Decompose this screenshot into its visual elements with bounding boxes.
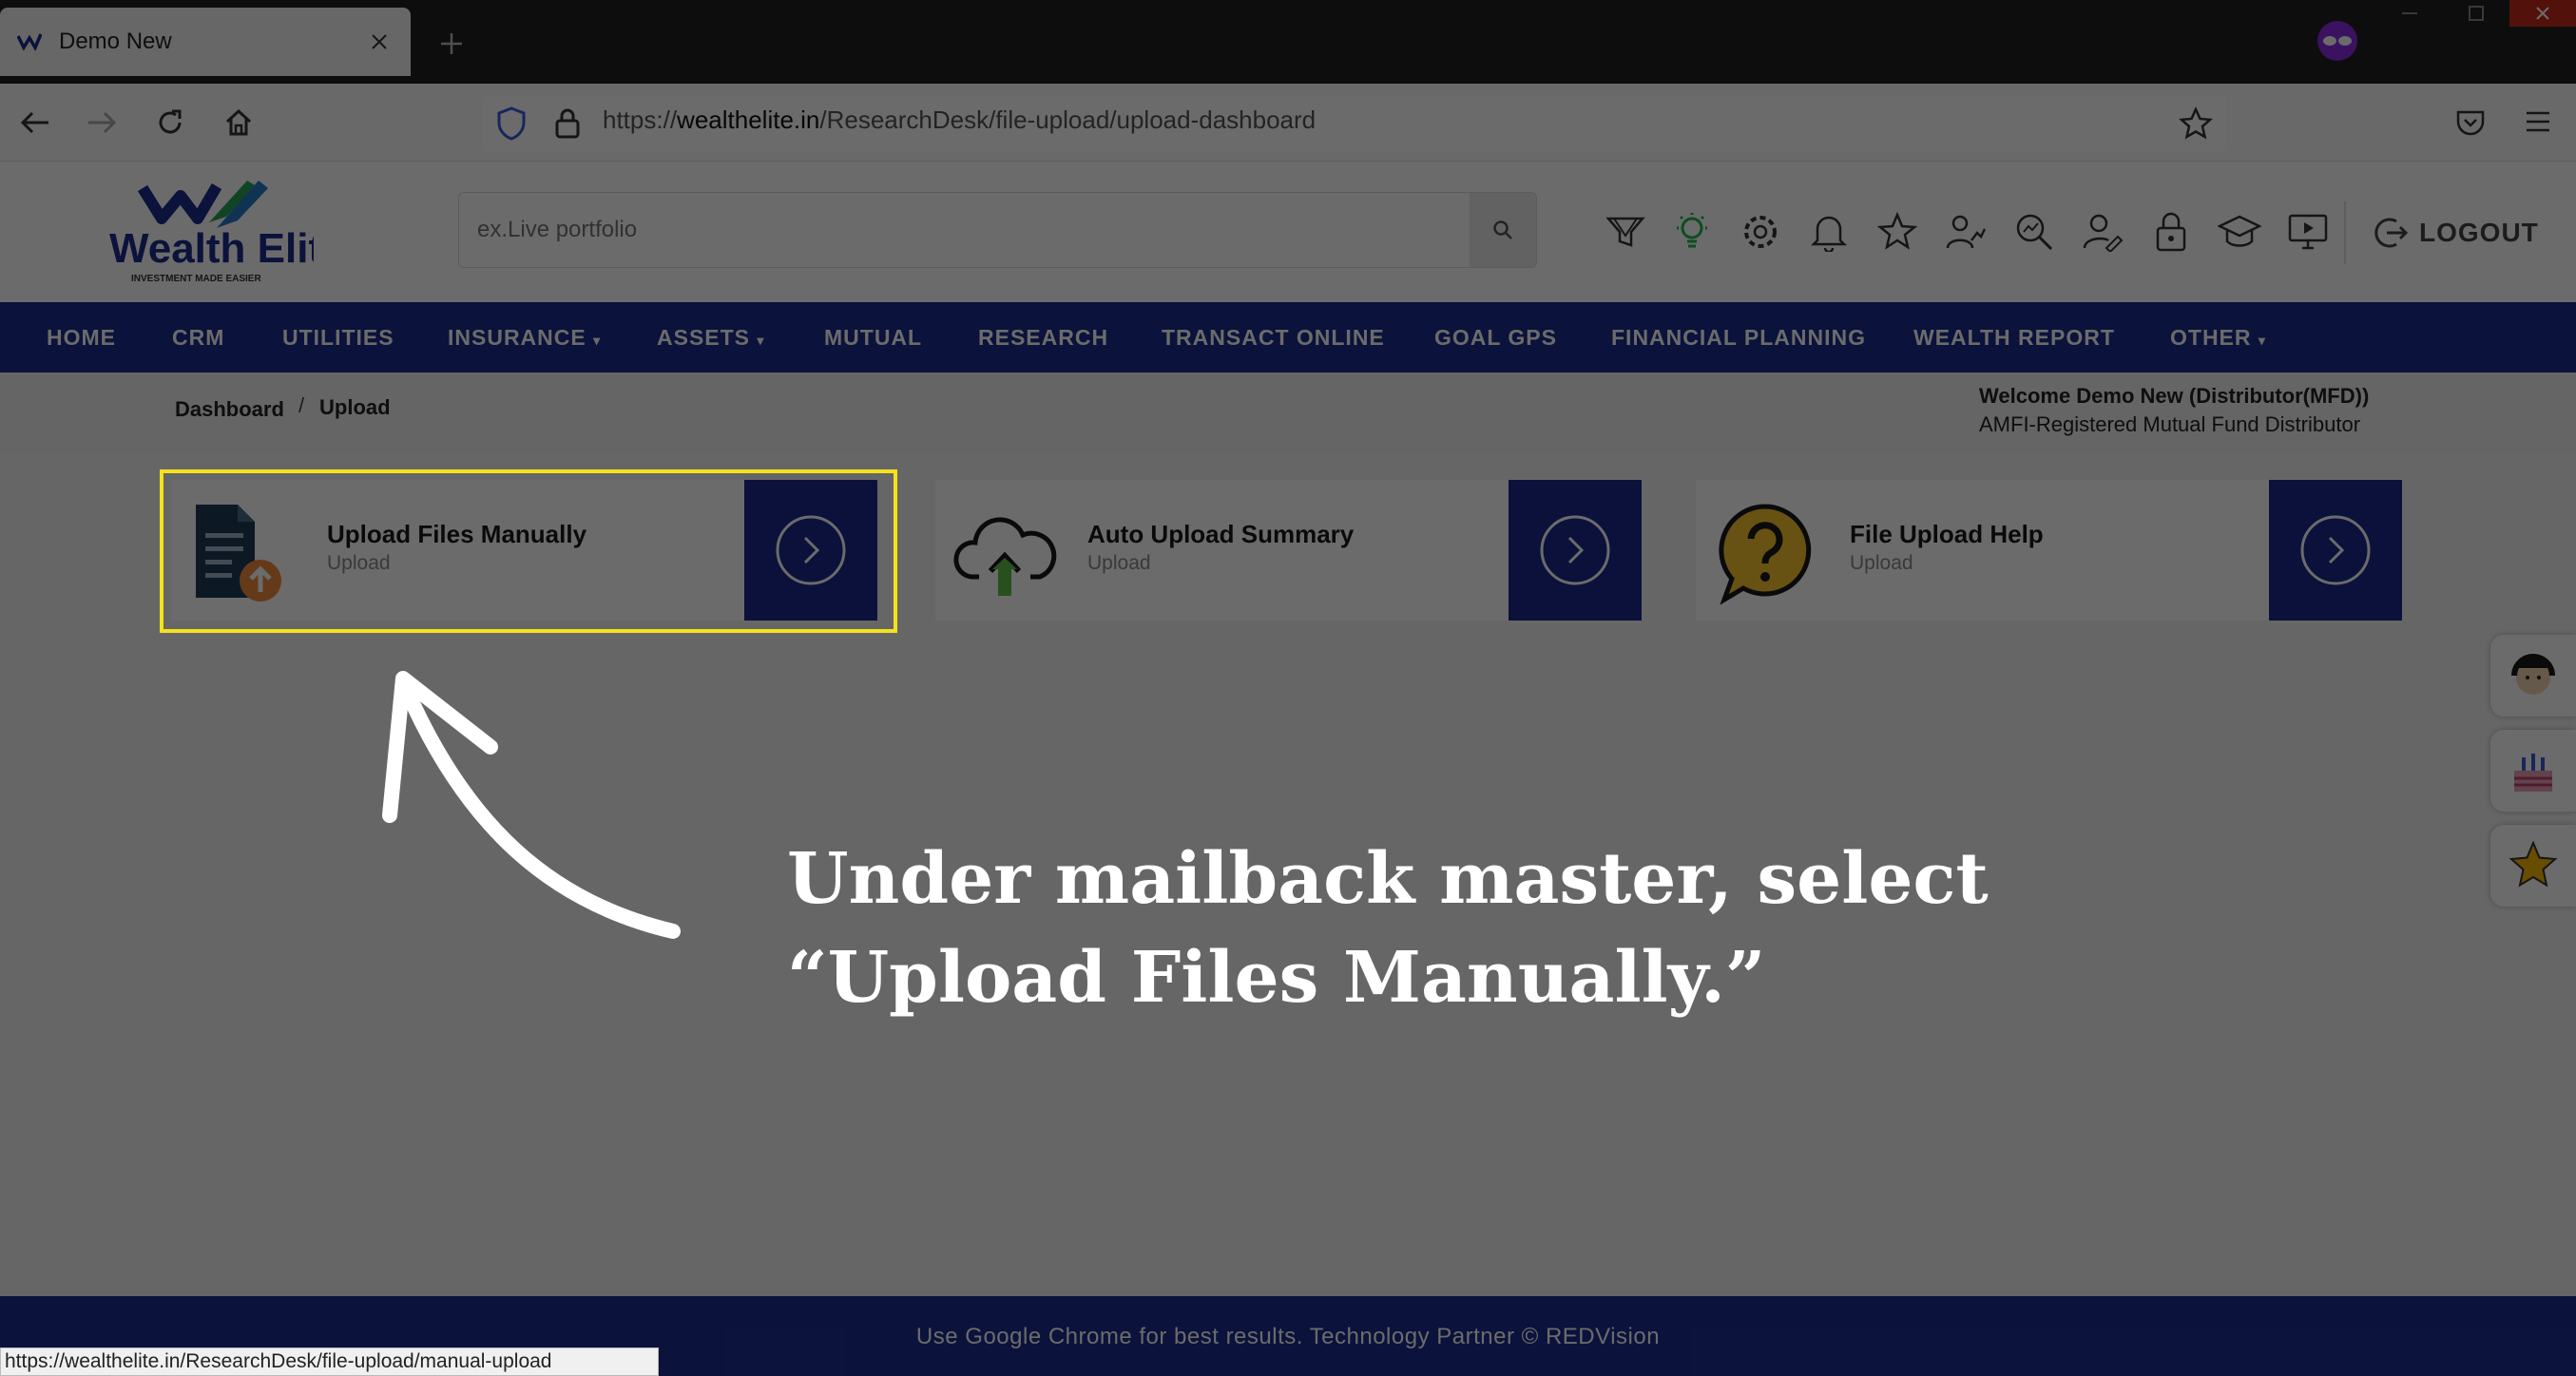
logo-text: Wealth Elite [109,225,314,272]
new-tab-button[interactable] [428,23,475,65]
support-agent-widget[interactable] [2490,635,2576,717]
menu-research[interactable]: RESEARCH [978,302,1108,373]
card-arrow-button[interactable] [1509,480,1642,621]
settings-icon[interactable] [1738,209,1783,255]
menu-other-label: OTHER [2170,325,2252,350]
menu-insurance[interactable]: INSURANCE ▾ [448,302,601,373]
card-auto-upload-summary[interactable]: Auto Upload Summary Upload [935,480,1642,621]
card-file-upload-help[interactable]: File Upload Help Upload [1696,480,2402,621]
favorites-widget[interactable] [2490,825,2576,907]
url-text[interactable]: https://wealthelite.in/ResearchDesk/file… [603,105,1316,135]
bell-icon[interactable] [1806,209,1852,255]
shield-icon[interactable] [496,106,527,141]
card-arrow-button[interactable] [2269,480,2402,621]
instruction-line-2: “Upload Files Manually.” [787,937,1766,1019]
reload-icon[interactable] [146,99,194,146]
lock-icon[interactable] [553,106,582,139]
star-filled-icon [2509,840,2558,888]
card-subtitle: Upload [1087,552,1151,574]
highlight-frame [160,469,897,633]
url-path: /ResearchDesk/file-upload/upload-dashboa… [819,105,1317,134]
header-divider [2344,201,2346,264]
status-bar-url: https://wealthelite.in/ResearchDesk/file… [0,1347,659,1376]
back-icon[interactable] [11,99,59,146]
search-analytics-icon[interactable] [2011,209,2057,255]
support-agent-icon [2511,654,2555,695]
search-icon [1493,220,1512,239]
window-controls [2376,0,2576,27]
forward-icon[interactable] [78,99,125,146]
menu-wealth-report[interactable]: WEALTH REPORT [1913,302,2115,373]
question-bubble-icon [1713,501,1817,605]
wealth-elite-logo[interactable]: Wealth Elite INVESTMENT MADE EASIER [105,179,314,288]
caret-down-icon: ▾ [2258,333,2266,348]
tab-title: Demo New [59,29,172,54]
search-input[interactable] [475,204,1454,256]
logout-icon [2374,218,2409,248]
search-button[interactable] [1470,193,1536,267]
menu-financial-planning[interactable]: FINANCIAL PLANNING [1611,302,1866,373]
site-favicon-icon [17,32,42,51]
menu-transact-online[interactable]: TRANSACT ONLINE [1162,302,1385,373]
home-icon[interactable] [215,99,262,146]
graduation-cap-icon[interactable] [2217,209,2262,255]
menu-assets[interactable]: ASSETS ▾ [657,302,764,373]
chevron-right-icon [2300,515,2371,585]
user-edit-icon[interactable] [2080,209,2125,255]
card-title: File Upload Help [1850,520,2044,548]
menu-goal-gps[interactable]: GOAL GPS [1434,302,1557,373]
chevron-right-icon [1540,515,1610,585]
menu-other[interactable]: OTHER ▾ [2170,302,2266,373]
menu-insurance-label: INSURANCE [448,325,586,350]
caret-down-icon: ▾ [757,333,765,348]
menu-home[interactable]: HOME [47,302,116,373]
menu-utilities[interactable]: UTILITIES [282,302,394,373]
logout-label: LOGOUT [2419,218,2539,247]
cloud-upload-icon [952,501,1057,605]
presentation-icon[interactable] [2285,209,2331,255]
logout-button[interactable]: LOGOUT [2372,207,2539,258]
bookmark-star-icon[interactable] [2179,106,2213,141]
caret-down-icon: ▾ [593,333,602,348]
lock-icon[interactable] [2148,209,2194,255]
browser-tab[interactable]: Demo New [0,8,411,76]
minimize-icon[interactable] [2376,0,2443,27]
birthday-widget[interactable] [2490,730,2576,812]
maximize-icon[interactable] [2443,0,2509,27]
breadcrumb-dashboard[interactable]: Dashboard [175,397,284,422]
instruction-line-1: Under mailback master, select [787,838,1989,920]
url-scheme: https:// [603,105,678,134]
menu-hamburger-icon[interactable] [2524,108,2552,135]
birthday-cake-icon [2514,754,2552,792]
card-subtitle: Upload [1850,552,1913,574]
private-browsing-icon[interactable] [2314,19,2361,63]
breadcrumb-separator: / [298,393,305,417]
welcome-text: Welcome Demo New (Distributor(MFD)) [1979,384,2370,408]
filter-icon[interactable] [1603,209,1648,255]
window-close-icon[interactable] [2509,0,2576,27]
menu-assets-label: ASSETS [657,325,751,350]
amfi-text: AMFI-Registered Mutual Fund Distributor [1979,412,2361,436]
instruction-text: Under mailback master, select “Upload Fi… [787,830,1989,1027]
bulb-icon[interactable] [1669,209,1715,255]
breadcrumb-upload: Upload [319,395,391,419]
star-icon[interactable] [1874,209,1920,255]
footer-text: Use Google Chrome for best results. Tech… [915,1324,1661,1349]
logo-tagline: INVESTMENT MADE EASIER [131,274,261,284]
url-host: wealthelite.in [677,105,820,134]
pocket-icon[interactable] [2454,106,2487,139]
tab-close-icon[interactable] [365,28,394,56]
card-title: Auto Upload Summary [1087,520,1355,548]
menu-crm[interactable]: CRM [172,302,224,373]
user-analytics-icon[interactable] [1943,209,1989,255]
annotation-arrow-icon [361,665,684,950]
menu-mutual[interactable]: MUTUAL [824,302,922,373]
